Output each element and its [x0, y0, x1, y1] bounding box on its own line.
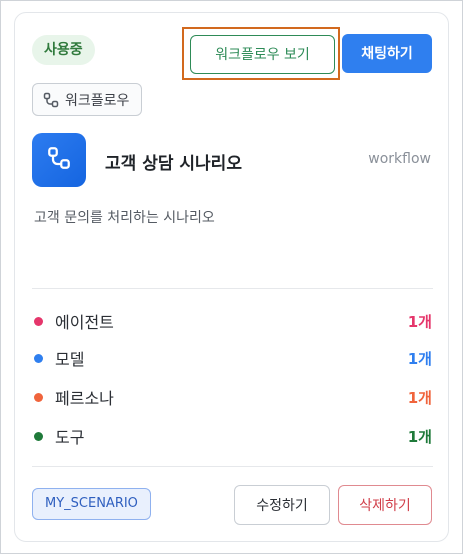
app-icon [32, 133, 86, 187]
resource-row-agent: 에이전트 1개 [34, 309, 432, 333]
screenshot-frame: 사용중 워크플로우 보기 채팅하기 워크플로우 고객 상담 시나리오 workf… [0, 0, 463, 554]
scenario-description: 고객 문의를 처리하는 시나리오 [34, 210, 215, 226]
resource-row-model: 모델 1개 [34, 346, 432, 370]
workflow-icon [47, 146, 71, 174]
resource-label: 도구 [55, 428, 85, 447]
resource-count: 1개 [407, 388, 432, 407]
resource-row-persona: 페르소나 1개 [34, 385, 432, 409]
edit-button[interactable]: 수정하기 [234, 485, 330, 525]
workflow-icon [43, 92, 59, 108]
resource-count: 1개 [407, 312, 432, 331]
type-chip-label: 워크플로우 [65, 92, 130, 109]
delete-button[interactable]: 삭제하기 [338, 485, 432, 525]
persona-dot [34, 392, 43, 402]
chat-button[interactable]: 채팅하기 [342, 34, 432, 73]
resource-label: 페르소나 [55, 389, 114, 408]
divider [32, 466, 433, 467]
model-dot [34, 353, 43, 363]
resource-row-tool: 도구 1개 [34, 424, 432, 448]
divider [32, 288, 433, 289]
view-workflow-button[interactable]: 워크플로우 보기 [190, 35, 335, 74]
type-chip: 워크플로우 [32, 83, 143, 116]
scenario-title: 고객 상담 시나리오 [105, 154, 242, 174]
tool-dot [34, 431, 43, 441]
type-label: workflow [368, 151, 431, 167]
resource-label: 모델 [55, 350, 85, 369]
resource-count: 1개 [407, 349, 432, 368]
agent-dot [34, 316, 43, 326]
resource-count: 1개 [407, 427, 432, 446]
status-badge: 사용중 [32, 35, 95, 65]
scenario-code-chip: MY_SCENARIO [32, 488, 151, 520]
resource-label: 에이전트 [55, 313, 114, 332]
